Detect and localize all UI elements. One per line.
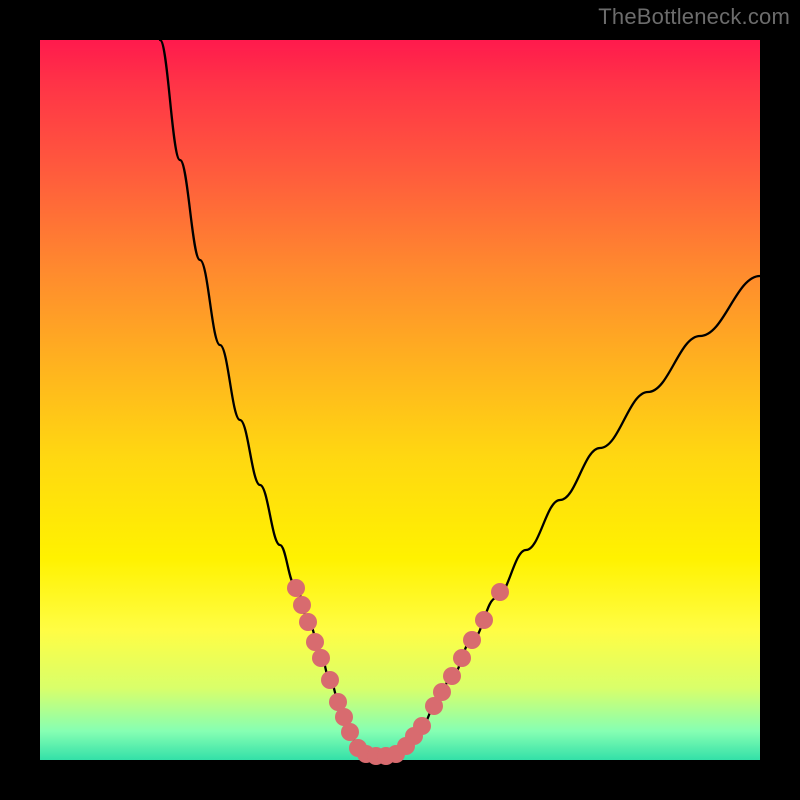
data-point xyxy=(341,723,359,741)
data-point xyxy=(433,683,451,701)
data-point xyxy=(491,583,509,601)
data-point xyxy=(443,667,461,685)
data-point xyxy=(453,649,471,667)
data-point xyxy=(312,649,330,667)
data-point xyxy=(306,633,324,651)
data-point xyxy=(287,579,305,597)
data-point xyxy=(299,613,317,631)
data-point xyxy=(321,671,339,689)
plot-area xyxy=(40,40,760,760)
data-point xyxy=(293,596,311,614)
chart-frame: TheBottleneck.com xyxy=(0,0,800,800)
data-point xyxy=(475,611,493,629)
data-point xyxy=(413,717,431,735)
data-points xyxy=(287,579,509,765)
watermark-text: TheBottleneck.com xyxy=(598,4,790,30)
curve-layer xyxy=(40,40,760,760)
left-curve xyxy=(160,40,360,752)
data-point xyxy=(463,631,481,649)
